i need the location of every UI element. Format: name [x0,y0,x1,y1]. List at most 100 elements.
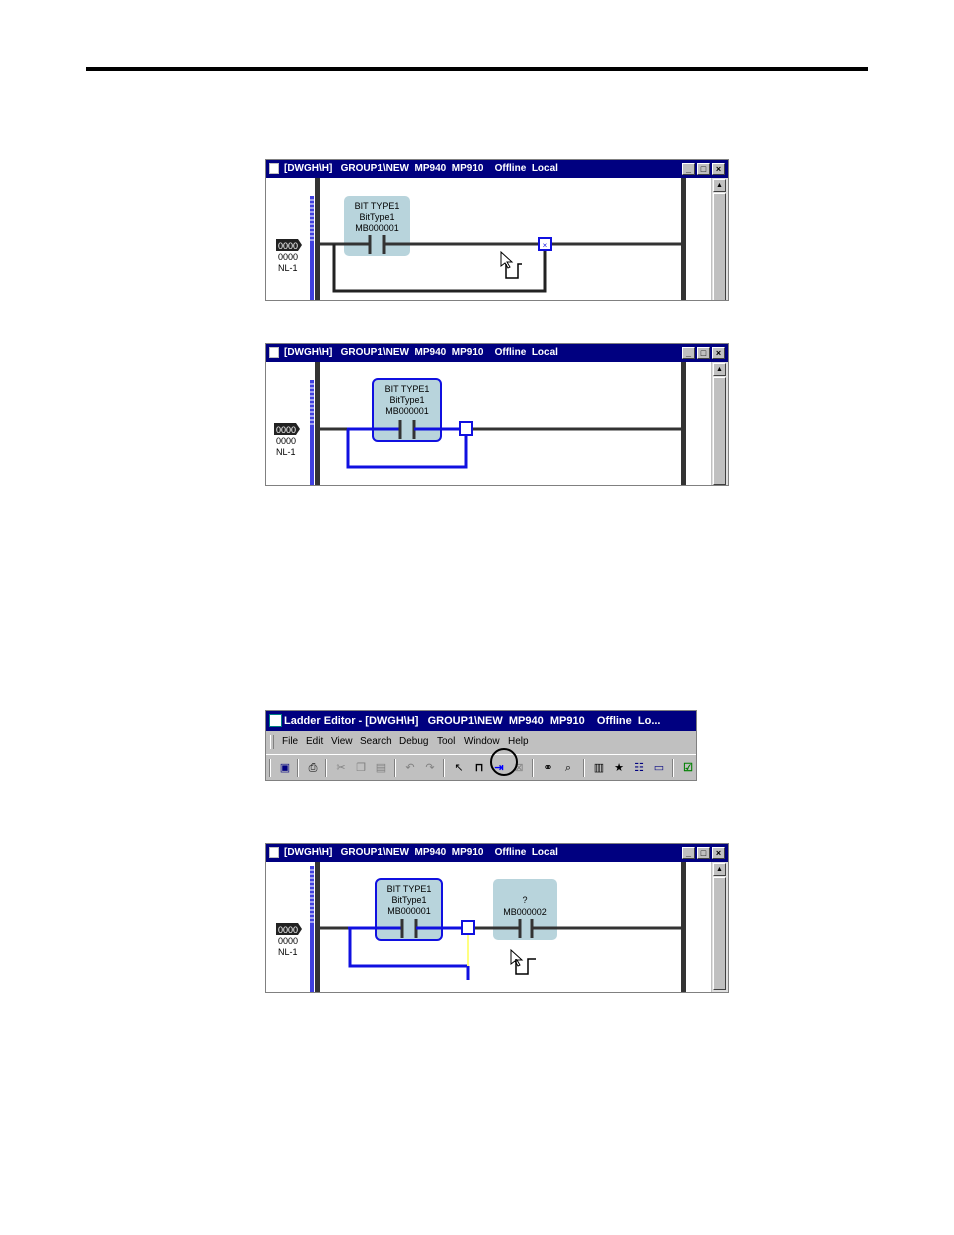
ladder-window-1[interactable]: [DWGH\H] GROUP1\NEW MP940 MP910 Offline … [265,159,729,301]
ladder-canvas[interactable]: 0000 0000 NL-1 BIT TYPE1 BitType1 MB0000… [266,178,712,301]
ladder-canvas[interactable]: 0000 0000 NL-1 BIT TYPE1 BitType1 MB0000… [266,362,712,486]
rung-nest-level: NL-1 [278,263,298,273]
save-icon[interactable]: ▣ [276,759,294,777]
branch-icon[interactable]: ⊓ [470,759,488,777]
window-title: [DWGH\H] GROUP1\NEW MP940 MP910 Offline … [284,163,558,174]
contact-address: MB000001 [385,406,429,416]
toolbar-separator [325,759,327,777]
rung-step: 0000 [276,436,296,446]
maximize-button[interactable]: □ [697,847,710,859]
toolbar-separator [672,759,674,777]
toolbar-separator [443,759,445,777]
rung-nest-level: NL-1 [278,947,298,957]
rung-nest-level: NL-1 [276,447,296,457]
svg-text:×: × [543,241,548,250]
vertical-scrollbar[interactable]: ▲ [711,362,728,485]
print-icon[interactable]: ⎙ [304,759,322,777]
close-button[interactable]: × [712,847,725,859]
scroll-thumb[interactable] [713,377,726,485]
document-icon [269,847,279,858]
contact-type: ? [522,895,527,905]
contact-name: BitType1 [391,895,426,905]
cut-icon[interactable]: ✂ [332,759,350,777]
rung-gutter-marks [310,866,314,992]
document-icon [269,163,279,174]
menu-edit[interactable]: Edit [306,732,323,752]
menu-grip[interactable] [270,735,274,749]
toolbar-separator [583,759,585,777]
document-icon [269,347,279,358]
maximize-button[interactable]: □ [697,347,710,359]
ladder-window-2[interactable]: [DWGH\H] GROUP1\NEW MP940 MP910 Offline … [265,343,729,486]
window-list-icon[interactable]: ▭ [650,759,668,777]
pointer-icon[interactable]: ↖ [450,759,468,777]
menu-file[interactable]: File [282,732,298,752]
compile-check-icon[interactable]: ☑ [679,759,696,777]
left-power-rail [315,178,320,300]
find-icon[interactable]: ⚭ [539,759,557,777]
minimize-button[interactable]: _ [682,847,695,859]
scroll-up-icon[interactable]: ▲ [713,179,726,192]
window-title: [DWGH\H] GROUP1\NEW MP940 MP910 Offline … [284,347,558,358]
window-title-bar[interactable]: [DWGH\H] GROUP1\NEW MP940 MP910 Offline … [266,344,728,362]
scroll-up-icon[interactable]: ▲ [713,363,726,376]
ladder-canvas[interactable]: 0000 0000 NL-1 BIT TYPE1 BitType1 MB0000… [266,862,712,993]
toolbar: ▣ ⎙ ✂ ❐ ▤ ↶ ↷ ↖ ⊓ ⇥ ⊠ ⚭ ⌕ ▥ ★ ☷ ▭ ☑ [266,754,696,780]
window-title: [DWGH\H] GROUP1\NEW MP940 MP910 Offline … [284,847,558,858]
minimize-button[interactable]: _ [682,347,695,359]
menu-search[interactable]: Search [360,732,392,752]
zoom-icon[interactable]: ⌕ [559,759,577,777]
contact-name: BitType1 [389,395,424,405]
contact-address: MB000002 [503,907,547,917]
scroll-thumb[interactable] [713,193,726,300]
right-power-rail [681,178,686,300]
menu-view[interactable]: View [331,732,353,752]
ladder-editor-app-icon[interactable] [269,714,282,727]
rung-number: 0000 [276,425,296,435]
contact-type: BIT TYPE1 [355,201,400,211]
menu-tool[interactable]: Tool [437,732,455,752]
app-title: Ladder Editor - [DWGH\H] GROUP1\NEW MP94… [284,715,661,727]
menu-window[interactable]: Window [464,732,500,752]
branch-connection-point[interactable] [461,920,475,935]
right-power-rail [681,362,686,485]
minimize-button[interactable]: _ [682,163,695,175]
properties-icon[interactable]: ☷ [630,759,648,777]
window-title-bar[interactable]: [DWGH\H] GROUP1\NEW MP940 MP910 Offline … [266,844,728,862]
close-button[interactable]: × [712,347,725,359]
favorite-icon[interactable]: ★ [610,759,628,777]
toolbar-separator [394,759,396,777]
contact-address: MB000001 [387,906,431,916]
contact-type: BIT TYPE1 [385,384,430,394]
toolbar-separator [269,759,271,777]
menu-debug[interactable]: Debug [399,732,428,752]
connect-cursor-icon [510,948,536,975]
menu-bar: File Edit View Search Debug Tool Window … [266,732,696,752]
rung-number: 0000 [278,241,298,251]
rung-number: 0000 [278,925,298,935]
contact-name: BitType1 [359,212,394,222]
redo-icon[interactable]: ↷ [421,759,439,777]
scroll-thumb[interactable] [713,877,726,990]
maximize-button[interactable]: □ [697,163,710,175]
right-power-rail [681,862,686,992]
left-power-rail [315,362,320,485]
contact-type: BIT TYPE1 [387,884,432,894]
rung-step: 0000 [278,252,298,262]
register-list-icon[interactable]: ▥ [590,759,608,777]
paste-icon[interactable]: ▤ [372,759,390,777]
ladder-editor-window[interactable]: Ladder Editor - [DWGH\H] GROUP1\NEW MP94… [265,710,697,781]
rung-step: 0000 [278,936,298,946]
branch-connection-point[interactable] [459,421,473,436]
window-title-bar[interactable]: [DWGH\H] GROUP1\NEW MP940 MP910 Offline … [266,160,728,178]
app-title-bar[interactable]: Ladder Editor - [DWGH\H] GROUP1\NEW MP94… [266,711,696,731]
vertical-scrollbar[interactable]: ▲ [711,178,728,300]
scroll-up-icon[interactable]: ▲ [713,863,726,876]
toolbar-separator [297,759,299,777]
undo-icon[interactable]: ↶ [401,759,419,777]
close-button[interactable]: × [712,163,725,175]
vertical-scrollbar[interactable]: ▲ [711,862,728,992]
ladder-window-3[interactable]: [DWGH\H] GROUP1\NEW MP940 MP910 Offline … [265,843,729,993]
copy-icon[interactable]: ❐ [352,759,370,777]
highlight-circle [490,748,518,776]
